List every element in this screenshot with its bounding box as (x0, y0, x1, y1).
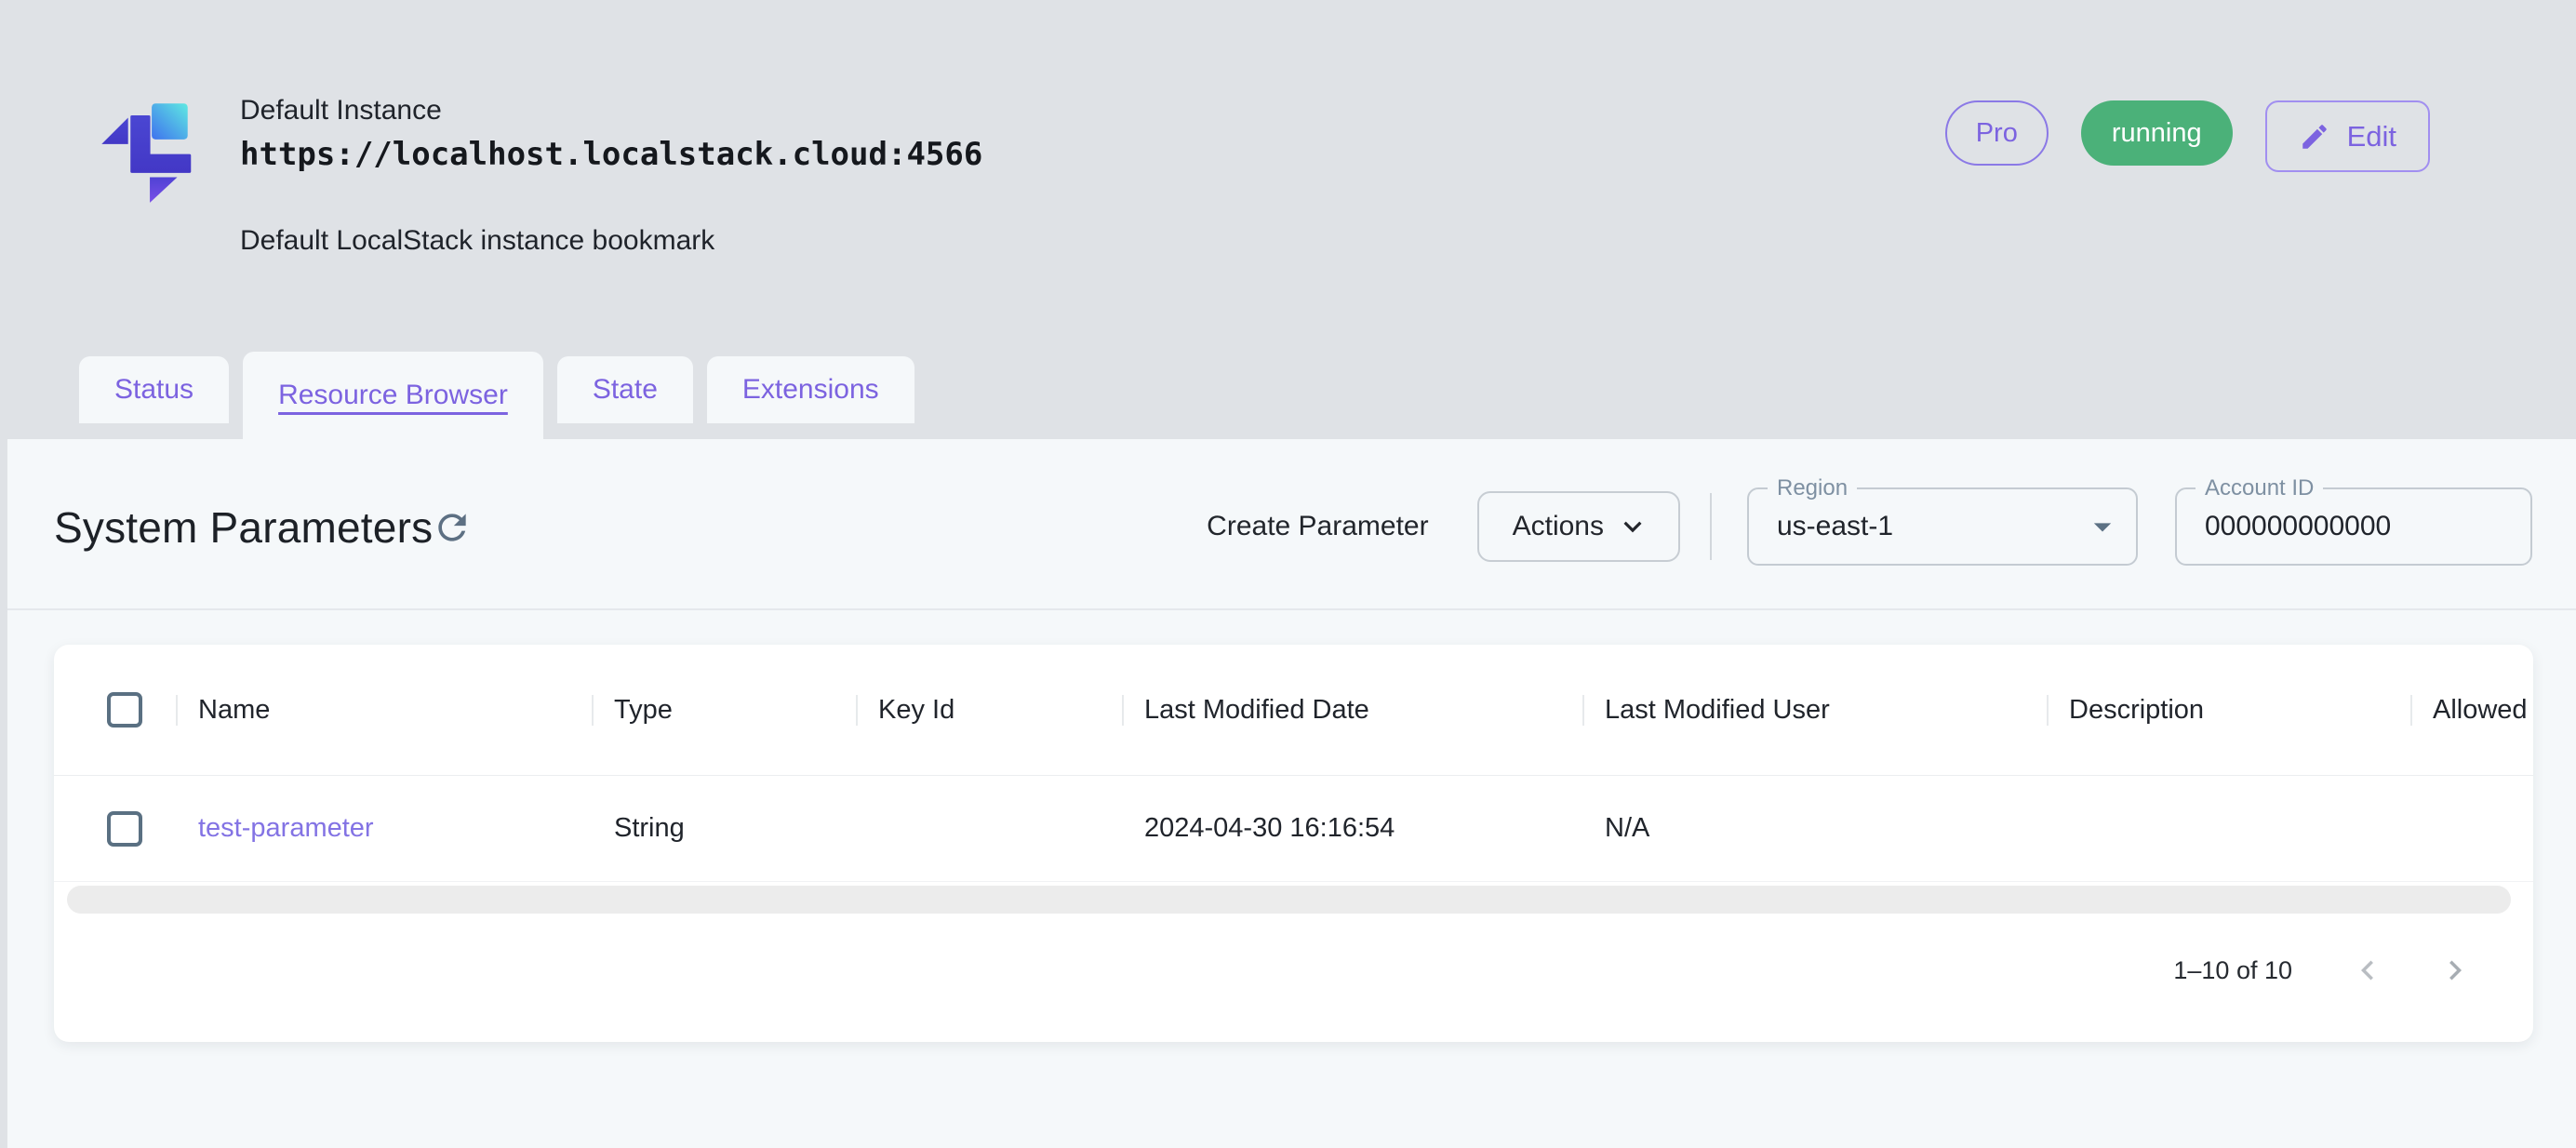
column-header-last-modified-date: Last Modified Date (1122, 695, 1582, 726)
tab-bar: Status Resource Browser State Extensions (79, 356, 914, 444)
select-all-cell (54, 692, 176, 728)
edit-button[interactable]: Edit (2265, 100, 2430, 172)
instance-url: https://localhost.localstack.cloud:4566 (240, 134, 982, 175)
tab-resource-browser[interactable]: Resource Browser (243, 352, 543, 439)
cell-type: String (592, 813, 856, 844)
column-header-name: Name (176, 695, 592, 726)
region-value: us-east-1 (1777, 511, 1893, 542)
row-select-cell (54, 811, 176, 847)
instance-description: Default LocalStack instance bookmark (240, 223, 714, 259)
tab-state[interactable]: State (557, 356, 693, 423)
column-header-description: Description (2047, 695, 2410, 726)
localstack-logo (87, 89, 205, 207)
next-page-button[interactable] (2433, 948, 2477, 993)
plan-badge: Pro (1945, 100, 2049, 166)
chevron-down-icon (1615, 509, 1650, 544)
resource-toolbar: Create Parameter Actions Region us-east-… (1207, 487, 2532, 567)
select-all-checkbox[interactable] (107, 692, 142, 728)
dropdown-arrow-icon (2082, 506, 2123, 547)
header-badges: Pro running Edit (1945, 100, 2430, 172)
page-title: System Parameters (54, 502, 433, 553)
actions-button[interactable]: Actions (1477, 491, 1680, 562)
table-row: test-parameter String 2024-04-30 16:16:5… (54, 776, 2533, 882)
pagination-range-label: 1–10 of 10 (2173, 956, 2292, 985)
column-header-last-modified-user: Last Modified User (1582, 695, 2047, 726)
region-label: Region (1768, 474, 1857, 502)
instance-title: Default Instance (240, 93, 442, 128)
pagination: 1–10 of 10 (2173, 948, 2533, 993)
parameters-table-card: Name Type Key Id Last Modified Date Last… (54, 645, 2533, 1042)
row-checkbox[interactable] (107, 811, 142, 847)
tab-extensions[interactable]: Extensions (707, 356, 914, 423)
previous-page-button[interactable] (2345, 948, 2390, 993)
create-parameter-button[interactable]: Create Parameter (1207, 511, 1428, 542)
section-divider (7, 608, 2576, 610)
refresh-icon (432, 507, 473, 548)
pencil-icon (2299, 121, 2330, 153)
region-select[interactable]: Region us-east-1 (1747, 487, 2138, 566)
refresh-button[interactable] (432, 507, 473, 548)
edit-button-label: Edit (2347, 120, 2396, 154)
cell-last-modified-date: 2024-04-30 16:16:54 (1122, 813, 1582, 844)
status-badge: running (2081, 100, 2233, 166)
table-header-row: Name Type Key Id Last Modified Date Last… (54, 645, 2533, 776)
account-id-input[interactable] (2205, 489, 2503, 564)
column-header-allowed: Allowed (2410, 695, 2533, 726)
chevron-right-icon (2436, 951, 2475, 990)
tab-status[interactable]: Status (79, 356, 229, 423)
parameter-name-link[interactable]: test-parameter (198, 813, 374, 843)
account-id-field: Account ID (2175, 487, 2532, 566)
column-header-type: Type (592, 695, 856, 726)
toolbar-divider (1710, 493, 1712, 560)
column-header-key-id: Key Id (856, 695, 1122, 726)
chevron-left-icon (2348, 951, 2387, 990)
cell-last-modified-user: N/A (1582, 813, 2047, 844)
horizontal-scrollbar-thumb[interactable] (67, 886, 2511, 914)
